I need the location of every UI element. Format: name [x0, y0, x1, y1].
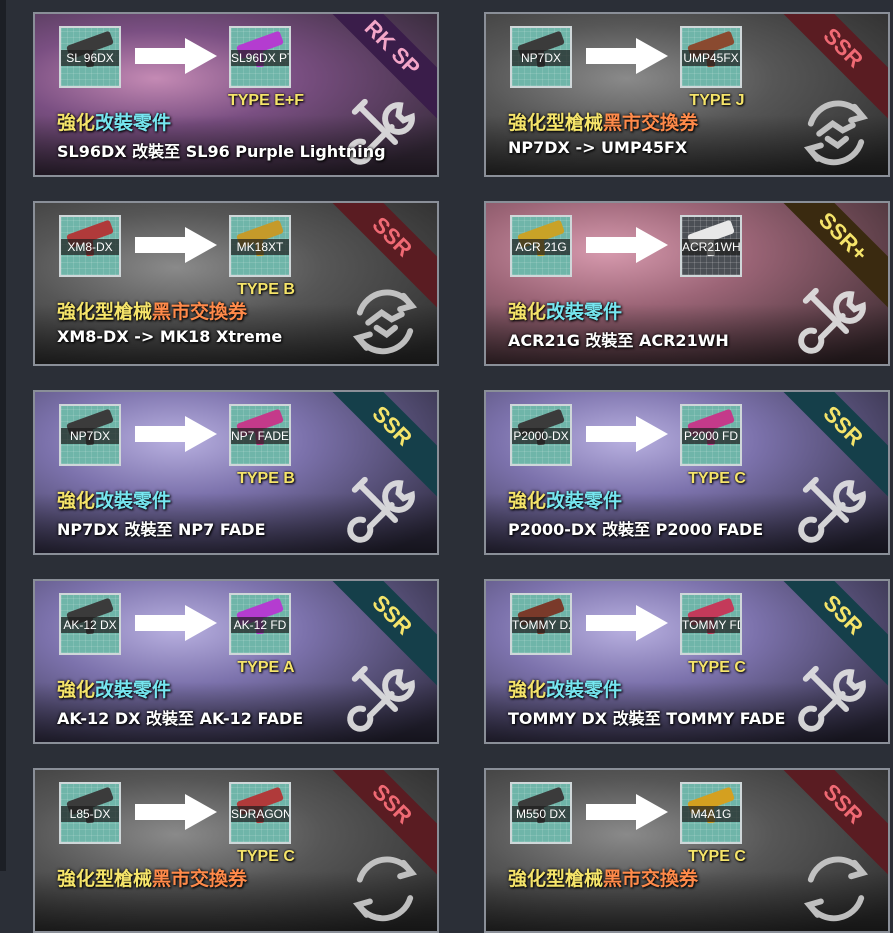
- handshake-icon: [803, 856, 869, 922]
- upgrade-card[interactable]: RK SP SL 96DX SL96DX PT TYPE E+F 強化改裝零件 …: [33, 12, 439, 177]
- handshake-icon: [352, 856, 418, 922]
- arrow-right-icon: [586, 416, 668, 452]
- upgrade-card[interactable]: SSR L85-DX SDRAGON TYPE C 強化型槍械黑市交換券: [33, 768, 439, 933]
- type-tag: TYPE E+F: [227, 92, 305, 109]
- source-weapon-thumbnail: NP7DX: [59, 404, 121, 466]
- card-title: 強化型槍械黑市交換券: [508, 868, 699, 890]
- target-weapon-thumbnail: SL96DX PT: [229, 26, 291, 88]
- target-weapon-thumbnail: P2000 FD: [680, 404, 742, 466]
- upgrade-card[interactable]: SSR M550 DX M4A1G TYPE C 強化型槍械黑市交換券: [484, 768, 890, 933]
- arrow-right-icon: [586, 605, 668, 641]
- source-weapon-label: TOMMY DX: [512, 617, 570, 633]
- card-title: 強化改裝零件: [508, 490, 623, 512]
- upgrade-card[interactable]: SSR TOMMY DX TOMMY FD TYPE C 強化改裝零件 TOMM…: [484, 579, 890, 744]
- source-weapon-label: ACR 21G: [512, 239, 570, 255]
- card-title: 強化改裝零件: [57, 679, 172, 701]
- target-weapon-label: TOMMY FD: [682, 617, 740, 633]
- target-weapon-thumbnail: M4A1G: [680, 782, 742, 844]
- source-weapon-label: AK-12 DX: [61, 617, 119, 633]
- card-description: NP7DX 改裝至 NP7 FADE: [57, 520, 266, 539]
- card-description: TOMMY DX 改裝至 TOMMY FADE: [508, 709, 786, 728]
- card-title: 強化改裝零件: [508, 679, 623, 701]
- left-edge-bar: [0, 0, 6, 871]
- target-weapon-label: P2000 FD: [682, 428, 740, 444]
- arrow-right-icon: [135, 227, 217, 263]
- card-description: P2000-DX 改裝至 P2000 FADE: [508, 520, 764, 539]
- target-weapon-thumbnail: UMP45FX: [680, 26, 742, 88]
- wrench-icon: [347, 476, 415, 543]
- wrench-icon: [798, 476, 866, 543]
- upgrade-card[interactable]: SSR P2000-DX P2000 FD TYPE C 強化改裝零件 P200…: [484, 390, 890, 555]
- source-weapon-label: L85-DX: [61, 806, 119, 822]
- target-weapon-label: SL96DX PT: [231, 50, 289, 66]
- target-weapon-label: UMP45FX: [682, 50, 740, 66]
- target-weapon-thumbnail: ACR21WH: [680, 215, 742, 277]
- card-title: 強化改裝零件: [57, 112, 172, 134]
- upgrade-card[interactable]: SSR AK-12 DX AK-12 FD TYPE A 強化改裝零件 AK-1…: [33, 579, 439, 744]
- card-description: AK-12 DX 改裝至 AK-12 FADE: [57, 709, 304, 728]
- source-weapon-label: XM8-DX: [61, 239, 119, 255]
- target-weapon-thumbnail: NP7 FADE: [229, 404, 291, 466]
- source-weapon-thumbnail: AK-12 DX: [59, 593, 121, 655]
- card-title: 強化改裝零件: [508, 301, 623, 323]
- arrow-right-icon: [135, 38, 217, 74]
- source-weapon-thumbnail: XM8-DX: [59, 215, 121, 277]
- source-weapon-thumbnail: P2000-DX: [510, 404, 572, 466]
- card-title: 強化型槍械黑市交換券: [57, 301, 248, 323]
- arrow-right-icon: [586, 227, 668, 263]
- wrench-icon: [798, 665, 866, 732]
- arrow-right-icon: [135, 416, 217, 452]
- arrow-right-icon: [135, 794, 217, 830]
- target-weapon-label: SDRAGON: [231, 806, 289, 822]
- card-description: SL96DX 改裝至 SL96 Purple Lightning: [57, 142, 386, 161]
- source-weapon-label: NP7DX: [61, 428, 119, 444]
- type-tag: TYPE C: [688, 470, 746, 487]
- source-weapon-label: P2000-DX: [512, 428, 570, 444]
- target-weapon-label: M4A1G: [682, 806, 740, 822]
- upgrade-card[interactable]: SSR NP7DX UMP45FX TYPE J 強化型槍械黑市交換券 NP7D…: [484, 12, 890, 177]
- source-weapon-thumbnail: ACR 21G: [510, 215, 572, 277]
- upgrade-card[interactable]: SSR+ ACR 21G ACR21WH 強化改裝零件 ACR21G 改裝至 A…: [484, 201, 890, 366]
- handshake-icon: [352, 289, 418, 355]
- card-description: NP7DX -> UMP45FX: [508, 138, 688, 157]
- source-weapon-label: SL 96DX: [61, 50, 119, 66]
- source-weapon-thumbnail: SL 96DX: [59, 26, 121, 88]
- card-title: 強化改裝零件: [57, 490, 172, 512]
- wrench-icon: [347, 665, 415, 732]
- type-tag: TYPE C: [688, 659, 746, 676]
- upgrade-card[interactable]: SSR XM8-DX MK18XT TYPE B 強化型槍械黑市交換券 XM8-…: [33, 201, 439, 366]
- handshake-icon: [803, 100, 869, 166]
- target-weapon-label: NP7 FADE: [231, 428, 289, 444]
- source-weapon-thumbnail: TOMMY DX: [510, 593, 572, 655]
- arrow-right-icon: [586, 38, 668, 74]
- source-weapon-thumbnail: L85-DX: [59, 782, 121, 844]
- target-weapon-label: MK18XT: [231, 239, 289, 255]
- card-title: 強化型槍械黑市交換券: [508, 112, 699, 134]
- arrow-right-icon: [586, 794, 668, 830]
- card-title: 強化型槍械黑市交換券: [57, 868, 248, 890]
- upgrade-card[interactable]: SSR NP7DX NP7 FADE TYPE B 強化改裝零件 NP7DX 改…: [33, 390, 439, 555]
- source-weapon-label: NP7DX: [512, 50, 570, 66]
- source-weapon-label: M550 DX: [512, 806, 570, 822]
- target-weapon-thumbnail: AK-12 FD: [229, 593, 291, 655]
- arrow-right-icon: [135, 605, 217, 641]
- type-tag: TYPE A: [237, 659, 295, 676]
- target-weapon-thumbnail: SDRAGON: [229, 782, 291, 844]
- source-weapon-thumbnail: M550 DX: [510, 782, 572, 844]
- target-weapon-label: AK-12 FD: [231, 617, 289, 633]
- target-weapon-thumbnail: MK18XT: [229, 215, 291, 277]
- card-description: XM8-DX -> MK18 Xtreme: [57, 327, 283, 346]
- card-description: ACR21G 改裝至 ACR21WH: [508, 331, 729, 350]
- type-tag: TYPE B: [237, 470, 295, 487]
- source-weapon-thumbnail: NP7DX: [510, 26, 572, 88]
- wrench-icon: [798, 287, 866, 354]
- target-weapon-thumbnail: TOMMY FD: [680, 593, 742, 655]
- target-weapon-label: ACR21WH: [682, 239, 740, 255]
